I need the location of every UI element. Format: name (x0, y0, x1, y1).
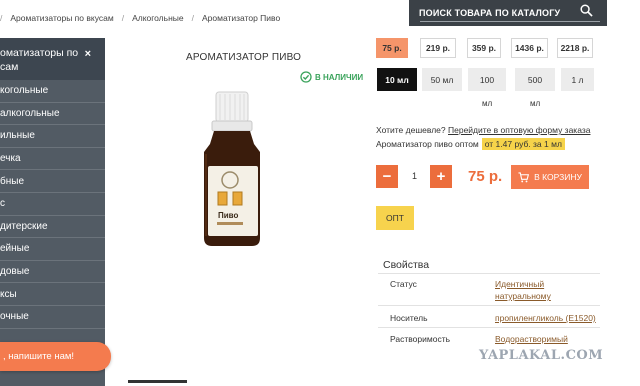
breadcrumb-item[interactable]: Ароматизаторы по вкусам (10, 13, 113, 23)
stock-status: В НАЛИЧИИ (300, 71, 363, 83)
volume-unit: мл (482, 99, 493, 108)
volume-option[interactable]: 500 (515, 68, 555, 91)
scroll-indicator (128, 380, 187, 383)
sidebar-item[interactable]: ечка (0, 148, 105, 171)
sidebar-item[interactable]: бные (0, 170, 105, 193)
stock-label: В НАЛИЧИИ (315, 72, 364, 82)
cheaper-offer: Хотите дешевле? Перейдите в оптовую форм… (376, 125, 590, 135)
wholesale-form-link[interactable]: Перейдите в оптовую форму заказа (448, 125, 590, 135)
sidebar-header-line: сам (0, 61, 19, 73)
breadcrumb-separator: / (121, 13, 125, 23)
property-value-line: Идентичный (495, 279, 545, 289)
volume-option[interactable]: 50 мл (422, 68, 462, 91)
bottle-label-text: Пиво (218, 211, 238, 220)
catalog-search[interactable]: ПОИСК ТОВАРА ПО КАТАЛОГУ (409, 0, 607, 26)
breadcrumb-item[interactable]: Алкогольные (132, 13, 184, 23)
sidebar-item[interactable]: ейные (0, 238, 105, 261)
divider (378, 305, 600, 306)
volume-option[interactable]: 100 (468, 68, 506, 91)
sidebar-item[interactable]: алкогольные (0, 103, 105, 126)
volume-option[interactable]: 10 мл (377, 68, 417, 91)
property-label: Растворимость (390, 334, 451, 344)
price-option[interactable]: 359 р. (467, 38, 501, 58)
add-to-cart-label: В КОРЗИНУ (534, 172, 582, 182)
product-title: АРОМАТИЗАТОР ПИВО (186, 52, 302, 63)
quantity-input[interactable] (400, 165, 429, 188)
check-circle-icon (300, 71, 312, 83)
search-icon[interactable] (580, 4, 593, 17)
breadcrumb-separator: / (191, 13, 194, 23)
wholesale-button[interactable]: ОПТ (376, 206, 414, 230)
property-value-line: натуральному (495, 291, 551, 301)
breadcrumb: / Ароматизаторы по вкусам / Алкогольные … (0, 13, 280, 23)
price-option[interactable]: 219 р. (420, 38, 456, 58)
wholesale-prefix: Ароматизатор пиво оптом (376, 139, 479, 149)
sidebar-item[interactable]: дитерские (0, 216, 105, 239)
price-option[interactable]: 75 р. (376, 38, 408, 58)
watermark-logo: YAPLAKAL.COM (479, 348, 604, 363)
category-sidebar: оматизаторы по сам × когольные алкогольны… (0, 38, 105, 386)
property-label: Статус (390, 279, 417, 289)
breadcrumb-item-current: Ароматизатор Пиво (201, 13, 281, 23)
quantity-decrease-button[interactable]: − (376, 165, 398, 188)
sidebar-item[interactable]: очные (0, 306, 105, 329)
close-icon[interactable]: × (85, 47, 91, 61)
search-label: ПОИСК ТОВАРА ПО КАТАЛОГУ (419, 8, 561, 18)
divider (378, 273, 600, 274)
sidebar-item[interactable]: ксы (0, 283, 105, 306)
search-underline (420, 21, 600, 22)
quantity-increase-button[interactable]: + (430, 165, 452, 188)
price-option[interactable]: 1436 р. (511, 38, 548, 58)
property-value-link[interactable]: пропиленгликоль (E1520) (495, 312, 596, 324)
property-value-link[interactable]: Идентичный натуральному (495, 278, 551, 302)
product-bottle-image: Пиво (170, 88, 285, 273)
cart-icon (518, 171, 530, 182)
wholesale-highlight: от 1.47 руб. за 1 мл (481, 138, 565, 150)
volume-option[interactable]: 1 л (561, 68, 594, 91)
current-price: 75 р. (468, 168, 503, 185)
price-option[interactable]: 2218 р. (557, 38, 593, 58)
sidebar-item[interactable]: ильные (0, 125, 105, 148)
property-label: Носитель (390, 313, 428, 323)
cheaper-question: Хотите дешевле? (376, 125, 446, 135)
sidebar-header: оматизаторы по сам × (0, 38, 105, 80)
sidebar-item[interactable]: когольные (0, 80, 105, 103)
volume-unit: мл (530, 99, 541, 108)
chat-button[interactable]: , напишите нам! (0, 342, 111, 371)
chat-label: , напишите нам! (3, 351, 75, 362)
breadcrumb-separator: / (0, 13, 3, 23)
sidebar-item[interactable]: с (0, 193, 105, 216)
add-to-cart-button[interactable]: В КОРЗИНУ (511, 165, 589, 189)
wholesale-price: Ароматизатор пиво оптом от 1.47 руб. за … (376, 138, 565, 150)
sidebar-list: когольные алкогольные ильные ечка бные с дитер… (0, 80, 105, 352)
divider (378, 327, 600, 328)
properties-title: Свойства (383, 259, 430, 271)
property-value-link[interactable]: Водорастворимый (495, 333, 568, 345)
sidebar-item[interactable]: довые (0, 261, 105, 284)
